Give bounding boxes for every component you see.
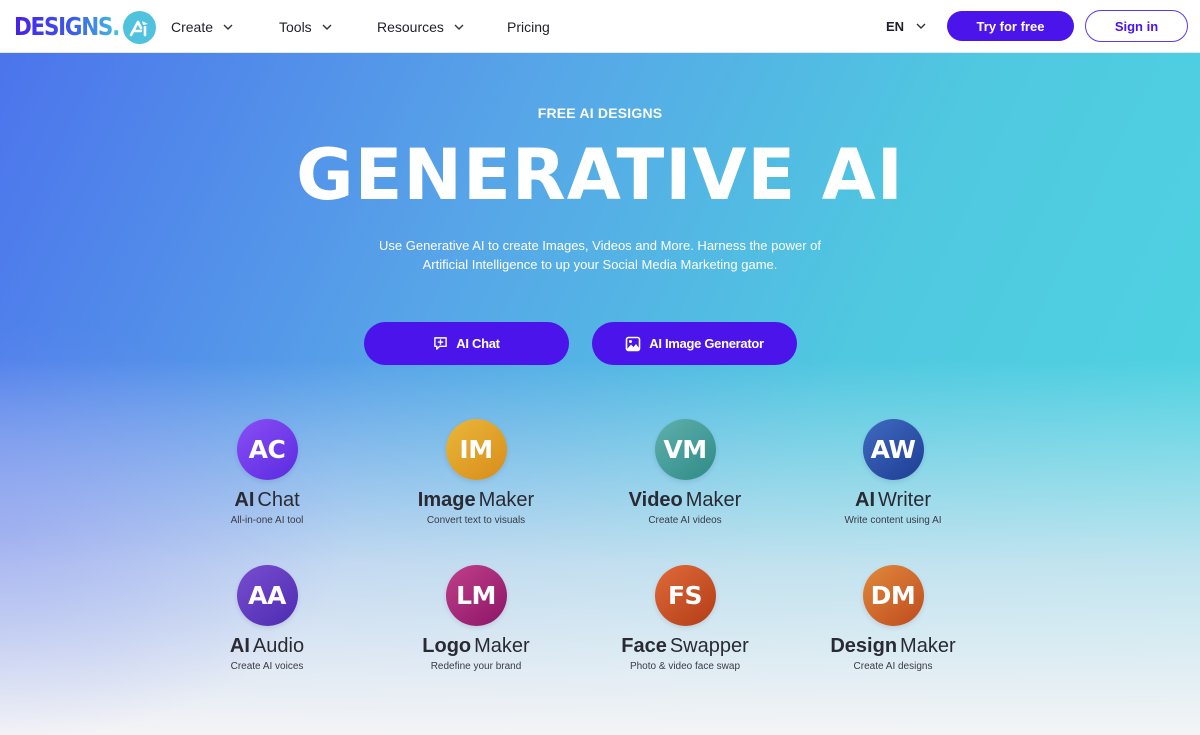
tool-subtitle: Create AI voices: [230, 661, 304, 672]
tool-card-ai-chat[interactable]: AC AI Chat All-in-one AI tool: [167, 419, 367, 539]
nav-tools-label: Tools: [279, 19, 312, 35]
site-header: DESIGNS. Create Tools Resources Pricing …: [0, 0, 1200, 53]
nav-pricing[interactable]: Pricing: [507, 17, 550, 37]
tool-initials: AW: [870, 435, 916, 464]
tool-title-bold: AI: [234, 489, 255, 511]
tool-title-bold: AI: [229, 635, 250, 657]
tool-title-rest: Maker: [478, 489, 535, 511]
try-for-free-button[interactable]: Try for free: [947, 11, 1074, 41]
tool-title-bold: Face: [621, 635, 667, 657]
tool-subtitle: Redefine your brand: [430, 661, 522, 672]
sign-in-button[interactable]: Sign in: [1085, 10, 1188, 42]
logo[interactable]: DESIGNS.: [14, 10, 156, 44]
hero-subtitle-line-1: Use Generative AI to create Images, Vide…: [379, 238, 821, 253]
tool-initials: IM: [459, 435, 493, 464]
tool-badge: DM: [862, 565, 924, 626]
tool-title-bold: Design: [830, 635, 898, 657]
tool-badge: VM: [654, 419, 716, 480]
tool-title-rest: Swapper: [669, 635, 749, 657]
tool-title-bold: Image: [417, 489, 476, 511]
image-icon: [625, 336, 641, 351]
tool-title: Face Swapper: [621, 634, 749, 658]
tool-title-rest: Maker: [900, 635, 956, 657]
tool-initials: AA: [248, 581, 286, 610]
tool-subtitle: All-in-one AI tool: [230, 515, 304, 526]
ai-logo-icon: [123, 11, 156, 44]
tool-subtitle: Convert text to visuals: [426, 515, 526, 526]
tool-title: Design Maker: [830, 634, 955, 658]
tool-badge: AC: [236, 419, 298, 480]
hero-subtitle-line-2: Artificial Intelligence to up your Socia…: [422, 257, 778, 272]
tool-initials: DM: [870, 581, 916, 610]
chevron-down-icon: [916, 23, 926, 29]
tool-card-video-maker[interactable]: VM Video Maker Create AI videos: [585, 419, 785, 539]
ai-chat-button[interactable]: AI Chat: [364, 322, 569, 365]
tool-title-bold: Video: [628, 489, 683, 511]
tool-initials: LM: [456, 581, 496, 610]
tool-subtitle: Create AI videos: [648, 515, 722, 526]
chevron-down-icon: [322, 24, 332, 30]
tool-subtitle: Photo & video face swap: [629, 661, 741, 672]
nav-resources[interactable]: Resources: [377, 17, 464, 37]
tool-badge: AW: [862, 419, 924, 480]
chat-plus-icon: [434, 337, 448, 350]
tool-subtitle: Create AI designs: [853, 661, 933, 672]
tool-title-rest: Maker: [685, 489, 742, 511]
tool-title: AI Audio: [230, 634, 304, 658]
language-label: EN: [886, 18, 905, 34]
tool-title: Image Maker: [418, 488, 534, 512]
tool-title-rest: Audio: [252, 635, 305, 657]
nav-create-label: Create: [171, 19, 214, 35]
nav-create[interactable]: Create: [171, 17, 233, 37]
tool-initials: AC: [248, 435, 286, 464]
ai-image-generator-button-label: AI Image Generator: [649, 336, 764, 351]
tool-badge: AA: [236, 565, 298, 626]
tool-card-design-maker[interactable]: DM Design Maker Create AI designs: [793, 565, 993, 685]
ai-image-generator-button[interactable]: AI Image Generator: [592, 322, 797, 365]
hero-section: FREE AI DESIGNS GENERATIVE AI Use Genera…: [0, 53, 1200, 735]
tool-title: AI Chat: [234, 488, 299, 512]
chevron-down-icon: [454, 24, 464, 30]
tool-badge: LM: [445, 565, 507, 626]
tool-card-ai-writer[interactable]: AW AI Writer Write content using AI: [793, 419, 993, 539]
hero-eyebrow: FREE AI DESIGNS: [537, 105, 663, 121]
tool-card-logo-maker[interactable]: LM Logo Maker Redefine your brand: [376, 565, 576, 685]
tool-title-rest: Writer: [878, 489, 931, 511]
tool-initials: VM: [663, 435, 707, 464]
tool-title: Logo Maker: [422, 634, 529, 658]
tool-title-bold: AI: [855, 489, 876, 511]
hero-subtitle: Use Generative AI to create Images, Vide…: [340, 236, 860, 274]
logo-text: DESIGNS.: [14, 10, 120, 44]
tool-badge: FS: [654, 565, 716, 626]
tool-title: Video Maker: [629, 488, 742, 512]
tool-badge: IM: [445, 419, 507, 480]
tool-card-image-maker[interactable]: IM Image Maker Convert text to visuals: [376, 419, 576, 539]
language-selector[interactable]: EN: [886, 16, 926, 36]
tool-card-face-swapper[interactable]: FS Face Swapper Photo & video face swap: [585, 565, 785, 685]
tool-title-bold: Logo: [422, 635, 472, 657]
tool-title-rest: Maker: [474, 635, 530, 657]
chevron-down-icon: [223, 24, 233, 30]
tool-card-ai-audio[interactable]: AA AI Audio Create AI voices: [167, 565, 367, 685]
tool-title-rest: Chat: [257, 489, 300, 511]
nav-pricing-label: Pricing: [507, 19, 550, 35]
tool-initials: FS: [667, 581, 703, 610]
ai-chat-button-label: AI Chat: [456, 336, 500, 351]
nav-tools[interactable]: Tools: [279, 17, 332, 37]
hero-headline: GENERATIVE AI: [296, 134, 904, 216]
nav-resources-label: Resources: [377, 19, 444, 35]
tool-subtitle: Write content using AI: [844, 515, 942, 526]
tool-title: AI Writer: [855, 488, 931, 512]
